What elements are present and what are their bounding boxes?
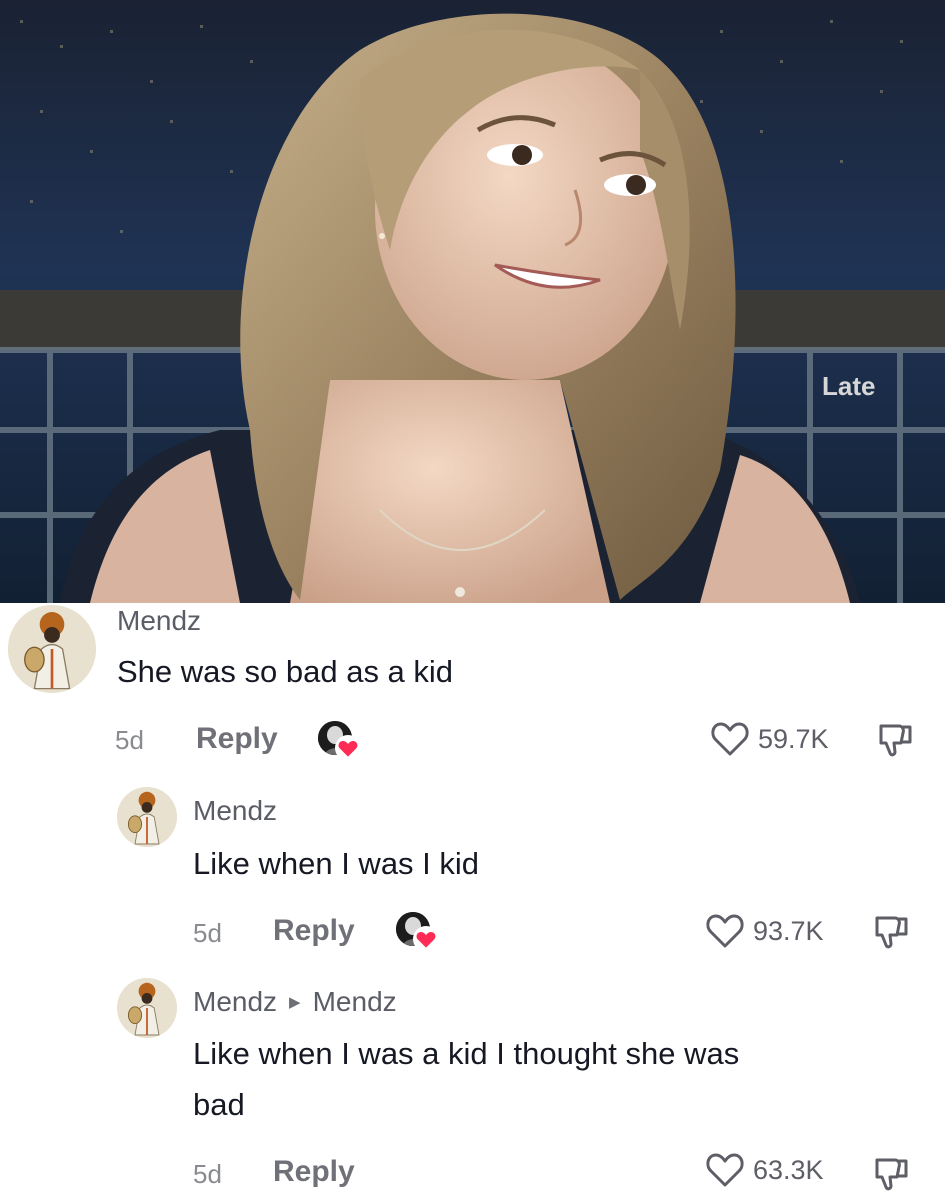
reply-comment: Mendz Like when I was I kid 5d Reply 93.… (0, 785, 945, 975)
comment-age: 5d (115, 725, 144, 755)
avatar-image (117, 978, 177, 1038)
comment-username[interactable]: Mendz (117, 605, 201, 637)
heart-outline-icon (711, 722, 749, 756)
heart-icon (335, 735, 361, 761)
dislike-icon[interactable] (870, 1155, 910, 1193)
reply-button[interactable]: Reply (196, 722, 278, 756)
dislike-icon[interactable] (870, 913, 910, 951)
comment-username[interactable]: Mendz (193, 986, 277, 1017)
reply-arrow-icon: ▶ (289, 994, 301, 1011)
avatar[interactable] (8, 605, 96, 693)
avatar[interactable] (117, 787, 177, 847)
reply-button[interactable]: Reply (273, 1155, 355, 1189)
dislike-icon[interactable] (874, 721, 914, 759)
comment-age: 5d (193, 918, 222, 948)
reply-to-username[interactable]: Mendz (313, 986, 397, 1017)
like-button[interactable]: 93.7K (705, 912, 824, 950)
heart-icon (413, 926, 439, 952)
avatar[interactable] (117, 978, 177, 1038)
like-count: 63.3K (753, 1154, 824, 1185)
comment-username[interactable]: Mendz (193, 795, 277, 827)
creator-liked-badge (396, 912, 440, 956)
avatar-image (117, 787, 177, 847)
like-button[interactable]: 59.7K (710, 720, 829, 758)
comment-username-line: Mendz ▶ Mendz (193, 986, 397, 1018)
comment-age: 5d (193, 1159, 222, 1189)
reply-button[interactable]: Reply (273, 914, 355, 948)
heart-outline-icon (706, 1153, 744, 1187)
comment-text: Like when I was I kid (193, 846, 480, 881)
like-count: 93.7K (753, 915, 824, 946)
comment-text: She was so bad as a kid (117, 654, 454, 689)
sign-text: Late (822, 371, 875, 401)
creator-liked-badge (318, 721, 362, 765)
comment-text-line2: bad (193, 1087, 245, 1122)
reply-comment: Mendz ▶ Mendz Like when I was a kid I thou… (0, 975, 945, 1200)
like-button[interactable]: 63.3K (705, 1151, 824, 1189)
post-photo: Late (0, 0, 945, 603)
comment: Mendz She was so bad as a kid 5d Reply 5… (0, 603, 945, 785)
heart-outline-icon (706, 914, 744, 948)
like-count: 59.7K (758, 723, 829, 754)
comment-text-line1: Like when I was a kid I thought she was (193, 1036, 740, 1071)
avatar-image (8, 605, 96, 693)
photo-illustration: Late (0, 0, 945, 603)
